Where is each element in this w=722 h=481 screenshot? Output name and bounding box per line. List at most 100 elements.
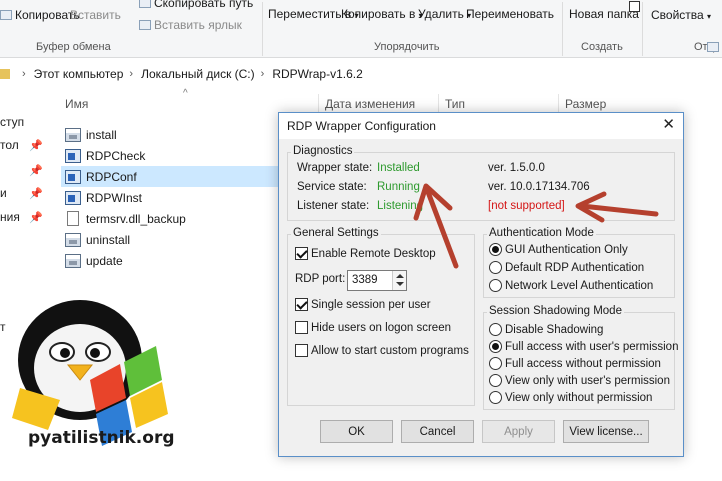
checkbox-box[interactable] <box>295 247 308 260</box>
batch-file-icon <box>65 253 81 268</box>
radio-dot[interactable] <box>489 261 502 274</box>
radio-dot[interactable] <box>489 279 502 292</box>
chevron-right-icon: › <box>22 68 26 80</box>
nav-item[interactable]: и <box>0 186 7 200</box>
auth-nla-radio[interactable]: Network Level Authentication <box>489 279 653 292</box>
rename-button[interactable]: Переименовать <box>466 8 554 21</box>
paste-shortcut-button[interactable]: Вставить ярлык <box>139 18 242 32</box>
clipboard-group-label: Буфер обмена <box>36 41 111 53</box>
diagnostics-legend: Diagnostics <box>291 145 355 157</box>
apply-button[interactable]: Apply <box>482 420 555 443</box>
custom-programs-checkbox[interactable]: Allow to start custom programs <box>295 344 469 357</box>
watermark-text: pyatilistnik.org <box>28 428 175 448</box>
auth-gui-only-radio[interactable]: GUI Authentication Only <box>489 243 628 256</box>
breadcrumb-local-disk[interactable]: Локальный диск (C:) <box>141 67 255 81</box>
rdp-port-label: RDP port: <box>295 273 346 285</box>
pin-icon: 📌 <box>29 188 43 200</box>
shadow-view-without-permission-radio[interactable]: View only without permission <box>489 391 652 404</box>
batch-file-icon <box>65 127 81 142</box>
listener-state-value: Listening <box>377 200 424 212</box>
exe-icon <box>65 169 81 184</box>
view-license-button[interactable]: View license... <box>563 420 649 443</box>
nav-item[interactable]: ступ <box>0 115 24 129</box>
service-state-label: Service state: <box>297 181 367 193</box>
sort-up-icon: ^ <box>183 88 188 99</box>
radio-dot[interactable] <box>489 323 502 336</box>
radio-dot[interactable] <box>489 357 502 370</box>
column-divider[interactable] <box>318 94 319 112</box>
new-item-checkbox[interactable] <box>629 1 640 12</box>
breadcrumb-this-pc[interactable]: Этот компьютер <box>34 67 124 81</box>
column-divider[interactable] <box>558 94 559 112</box>
shadow-full-with-permission-radio[interactable]: Full access with user's permission <box>489 340 678 353</box>
spin-down-icon[interactable] <box>396 282 404 286</box>
radio-dot[interactable] <box>489 340 502 353</box>
address-bar[interactable]: › Этот компьютер › Локальный диск (C:) ›… <box>0 61 722 87</box>
paste-shortcut-icon <box>139 20 151 30</box>
folder-icon <box>0 69 10 79</box>
ribbon: Копировать Вставить Скопировать путь Вст… <box>0 0 722 58</box>
batch-file-icon <box>65 232 81 247</box>
shadow-full-without-permission-radio[interactable]: Full access without permission <box>489 357 661 370</box>
general-settings-legend: General Settings <box>291 227 381 239</box>
ribbon-divider <box>262 2 263 56</box>
close-icon[interactable]: ✕ <box>662 115 675 133</box>
checkbox-box[interactable] <box>295 321 308 334</box>
port-spinner[interactable] <box>392 271 406 290</box>
wrapper-state-value: Installed <box>377 162 420 174</box>
copy-icon <box>0 10 12 20</box>
service-state-value: Running <box>377 181 420 193</box>
ok-button[interactable]: OK <box>320 420 393 443</box>
shadow-view-with-permission-radio[interactable]: View only with user's permission <box>489 374 670 387</box>
chevron-right-icon: › <box>260 68 265 80</box>
column-divider[interactable] <box>438 94 439 112</box>
organize-group-label: Упорядочить <box>374 41 440 53</box>
cancel-button[interactable]: Cancel <box>401 420 474 443</box>
ribbon-divider <box>642 2 643 56</box>
delete-button[interactable]: Удалить ▾ <box>418 8 471 22</box>
service-version: ver. 10.0.17134.706 <box>488 181 590 193</box>
listener-support-status: [not supported] <box>488 200 565 212</box>
breadcrumb-rdpwrap[interactable]: RDPWrap-v1.6.2 <box>272 67 362 81</box>
checkbox-box[interactable] <box>295 298 308 311</box>
create-group-label: Создать <box>581 41 623 53</box>
copy-to-button[interactable]: Копировать в ▾ <box>341 8 423 22</box>
wrapper-version: ver. 1.5.0.0 <box>488 162 545 174</box>
rdp-config-dialog: RDP Wrapper Configuration ✕ Diagnostics … <box>278 112 684 457</box>
ribbon-divider <box>562 2 563 56</box>
enable-remote-desktop-checkbox[interactable]: Enable Remote Desktop <box>295 247 436 260</box>
column-date-modified[interactable]: Дата изменения <box>325 97 415 111</box>
single-session-checkbox[interactable]: Single session per user <box>295 298 431 311</box>
penguin-logo <box>12 300 168 446</box>
copy-button[interactable]: Копировать <box>0 8 80 22</box>
paste-button[interactable]: Вставить <box>70 8 121 22</box>
hide-users-checkbox[interactable]: Hide users on logon screen <box>295 321 451 334</box>
spin-up-icon[interactable] <box>396 274 404 278</box>
dropdown-arrow-icon: ▾ <box>707 12 712 21</box>
dialog-title: RDP Wrapper Configuration <box>287 119 436 133</box>
checkbox-box[interactable] <box>295 344 308 357</box>
column-type[interactable]: Тип <box>445 97 465 111</box>
shadow-disable-radio[interactable]: Disable Shadowing <box>489 323 603 336</box>
chevron-right-icon: › <box>129 68 134 80</box>
auth-default-rdp-radio[interactable]: Default RDP Authentication <box>489 261 644 274</box>
copy-path-button[interactable]: Скопировать путь <box>139 0 253 10</box>
radio-dot[interactable] <box>489 374 502 387</box>
exe-icon <box>65 190 81 205</box>
open-icon <box>707 42 719 52</box>
nav-item[interactable]: ния <box>0 210 20 224</box>
new-folder-button[interactable]: Новая папка <box>569 8 639 21</box>
shadowing-mode-legend: Session Shadowing Mode <box>487 305 624 317</box>
auth-mode-legend: Authentication Mode <box>487 227 596 239</box>
properties-button[interactable]: Свойства ▾ <box>651 8 711 22</box>
column-name[interactable]: Имя <box>65 97 88 111</box>
column-size[interactable]: Размер <box>565 97 606 111</box>
move-to-button[interactable]: Переместить в ▾ <box>268 8 359 22</box>
dialog-titlebar[interactable]: RDP Wrapper Configuration ✕ <box>279 113 683 139</box>
pin-icon: 📌 <box>29 212 43 224</box>
listener-state-label: Listener state: <box>297 200 370 212</box>
nav-item[interactable]: тол <box>0 138 19 152</box>
pin-icon: 📌 <box>29 165 43 177</box>
radio-dot[interactable] <box>489 243 502 256</box>
radio-dot[interactable] <box>489 391 502 404</box>
